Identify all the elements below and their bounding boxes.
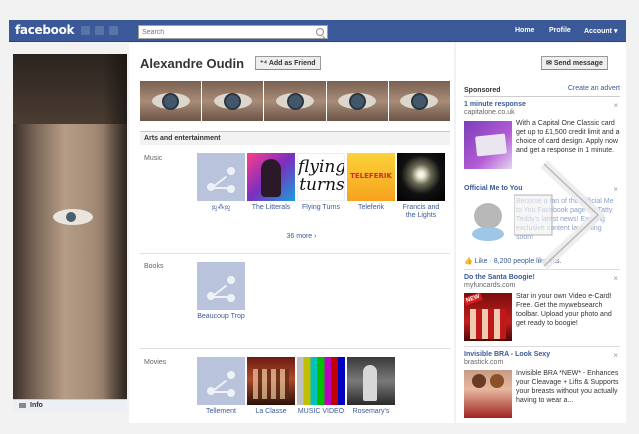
like-thumbnail: TELEFERIK <box>347 153 395 201</box>
nav-profile-link[interactable]: Profile <box>549 27 571 34</box>
like-item[interactable]: ஜ⁂ஜ <box>197 153 245 212</box>
ad-image[interactable] <box>464 197 512 245</box>
ad-divider <box>464 346 620 347</box>
like-item[interactable]: Francis and the Lights <box>397 153 445 220</box>
like-name: ஜ⁂ஜ <box>211 204 231 211</box>
search-icon[interactable] <box>316 28 324 36</box>
info-icon <box>19 402 26 408</box>
like-thumbnail <box>347 357 395 405</box>
nav-account-menu[interactable]: Account ▾ <box>584 27 617 35</box>
sponsored-header: Sponsored Create an advert <box>464 85 620 97</box>
ad-title[interactable]: Do the Santa Boogie! <box>464 274 620 281</box>
ad-image[interactable] <box>464 121 512 169</box>
ad-image[interactable] <box>464 370 512 418</box>
main-column: Alexandre Oudin ⁺⁴ Add as Friend Arts an… <box>129 43 454 423</box>
add-friend-label: Add as Friend <box>268 60 316 67</box>
like-item[interactable]: Beaucoup Trop <box>197 262 245 321</box>
profile-photo[interactable] <box>13 54 127 399</box>
like-name: MUSIC VIDEO <box>297 408 345 415</box>
like-thumbnail <box>247 357 295 405</box>
photo-strip-tile[interactable] <box>326 81 388 121</box>
close-icon[interactable]: × <box>613 351 618 360</box>
close-icon[interactable]: × <box>613 101 618 110</box>
like-thumbnail <box>397 153 445 201</box>
thumb-text: TELEFERIK <box>350 172 392 180</box>
top-navigation-bar: facebook Home Profile Account ▾ <box>9 20 626 42</box>
search-box[interactable] <box>138 25 328 39</box>
like-item[interactable]: Tellement <box>197 357 245 416</box>
like-thumbnail <box>297 357 345 405</box>
like-item[interactable]: Rosemary's <box>347 357 395 416</box>
search-input[interactable] <box>139 26 309 38</box>
ad-text: With a Capital One Classic card get up t… <box>516 120 620 154</box>
like-name: Francis and the Lights <box>402 204 440 219</box>
ad-card[interactable]: Invisible BRA - Look Sexy brastick.com ×… <box>464 351 620 423</box>
like-item[interactable]: MUSIC VIDEO <box>297 357 345 416</box>
thumbs-up-icon: 👍 <box>464 258 475 265</box>
new-badge: NEW <box>464 293 483 306</box>
close-icon[interactable]: × <box>613 185 618 194</box>
photo-strip-tile[interactable] <box>140 81 202 121</box>
photo-strip-tile[interactable] <box>264 81 326 121</box>
ad-text: Star in your own Video e-Card! Free. Get… <box>516 293 612 327</box>
close-icon[interactable]: × <box>613 274 618 283</box>
like-thumbnail <box>247 153 295 201</box>
photo-strip-tile[interactable] <box>388 81 451 121</box>
facebook-logo[interactable]: facebook <box>15 23 75 37</box>
ad-url: brastick.com <box>464 359 504 366</box>
info-tab[interactable]: Info <box>13 399 127 412</box>
category-divider <box>140 348 450 349</box>
like-item[interactable]: TELEFERIK Teleferik <box>347 153 395 212</box>
add-friend-icon: ⁺⁴ <box>260 60 269 67</box>
send-message-button[interactable]: ✉ Send message <box>541 56 608 70</box>
ad-title[interactable]: 1 minute response <box>464 101 620 108</box>
friend-requests-icon[interactable] <box>81 26 90 35</box>
like-name: Tellement <box>206 408 236 415</box>
notifications-icon[interactable] <box>109 26 118 35</box>
profile-name: Alexandre Oudin <box>140 56 245 71</box>
info-tab-label: Info <box>30 402 43 409</box>
category-divider <box>140 253 450 254</box>
ad-title[interactable]: Invisible BRA - Look Sexy <box>464 351 620 358</box>
facebook-profile-page: facebook Home Profile Account ▾ Info Ale… <box>0 0 639 434</box>
photo-strip-tile[interactable] <box>202 81 264 121</box>
category-label-books: Books <box>144 263 164 270</box>
like-name: La Classe <box>255 408 287 415</box>
create-advert-link[interactable]: Create an advert <box>568 85 620 92</box>
next-chevron-icon[interactable] <box>514 160 606 270</box>
ad-text: Invisible BRA *NEW* - Enhances your Clea… <box>516 370 619 404</box>
like-name: Teleferik <box>357 204 385 211</box>
nav-home-link[interactable]: Home <box>515 27 534 34</box>
like-name: Flying Turns <box>301 204 341 211</box>
photo-shadow <box>103 54 127 399</box>
more-likes-link[interactable]: 36 more › <box>129 233 474 240</box>
like-name: Beaucoup Trop <box>197 313 245 320</box>
ad-url: capitalone.co.uk <box>464 109 515 116</box>
like-name: The Litterals <box>251 204 291 211</box>
like-thumbnail: flying turns <box>297 153 345 201</box>
sponsored-title: Sponsored <box>464 87 501 94</box>
placeholder-page-icon <box>197 262 245 310</box>
placeholder-page-icon <box>197 357 245 405</box>
ad-url: myfuncards.com <box>464 282 516 289</box>
send-message-label: Send message <box>553 60 603 67</box>
like-name: Rosemary's <box>352 408 390 415</box>
ad-image[interactable]: NEW <box>464 293 512 341</box>
thumb-text: flying turns <box>298 157 345 195</box>
like-item[interactable]: La Classe <box>247 357 295 416</box>
like-item[interactable]: The Litterals <box>247 153 295 212</box>
messages-icon[interactable] <box>95 26 104 35</box>
likes-section-header: Arts and entertainment <box>140 131 450 145</box>
photo-strip <box>140 81 451 121</box>
photo-eye <box>53 209 93 225</box>
placeholder-page-icon <box>197 153 245 201</box>
message-icon: ✉ <box>546 60 554 67</box>
category-label-movies: Movies <box>144 359 167 366</box>
add-friend-button[interactable]: ⁺⁴ Add as Friend <box>255 56 321 70</box>
category-label-music: Music <box>144 155 163 162</box>
like-item[interactable]: flying turns Flying Turns <box>297 153 345 212</box>
ad-card[interactable]: Do the Santa Boogie! myfuncards.com × NE… <box>464 274 620 344</box>
